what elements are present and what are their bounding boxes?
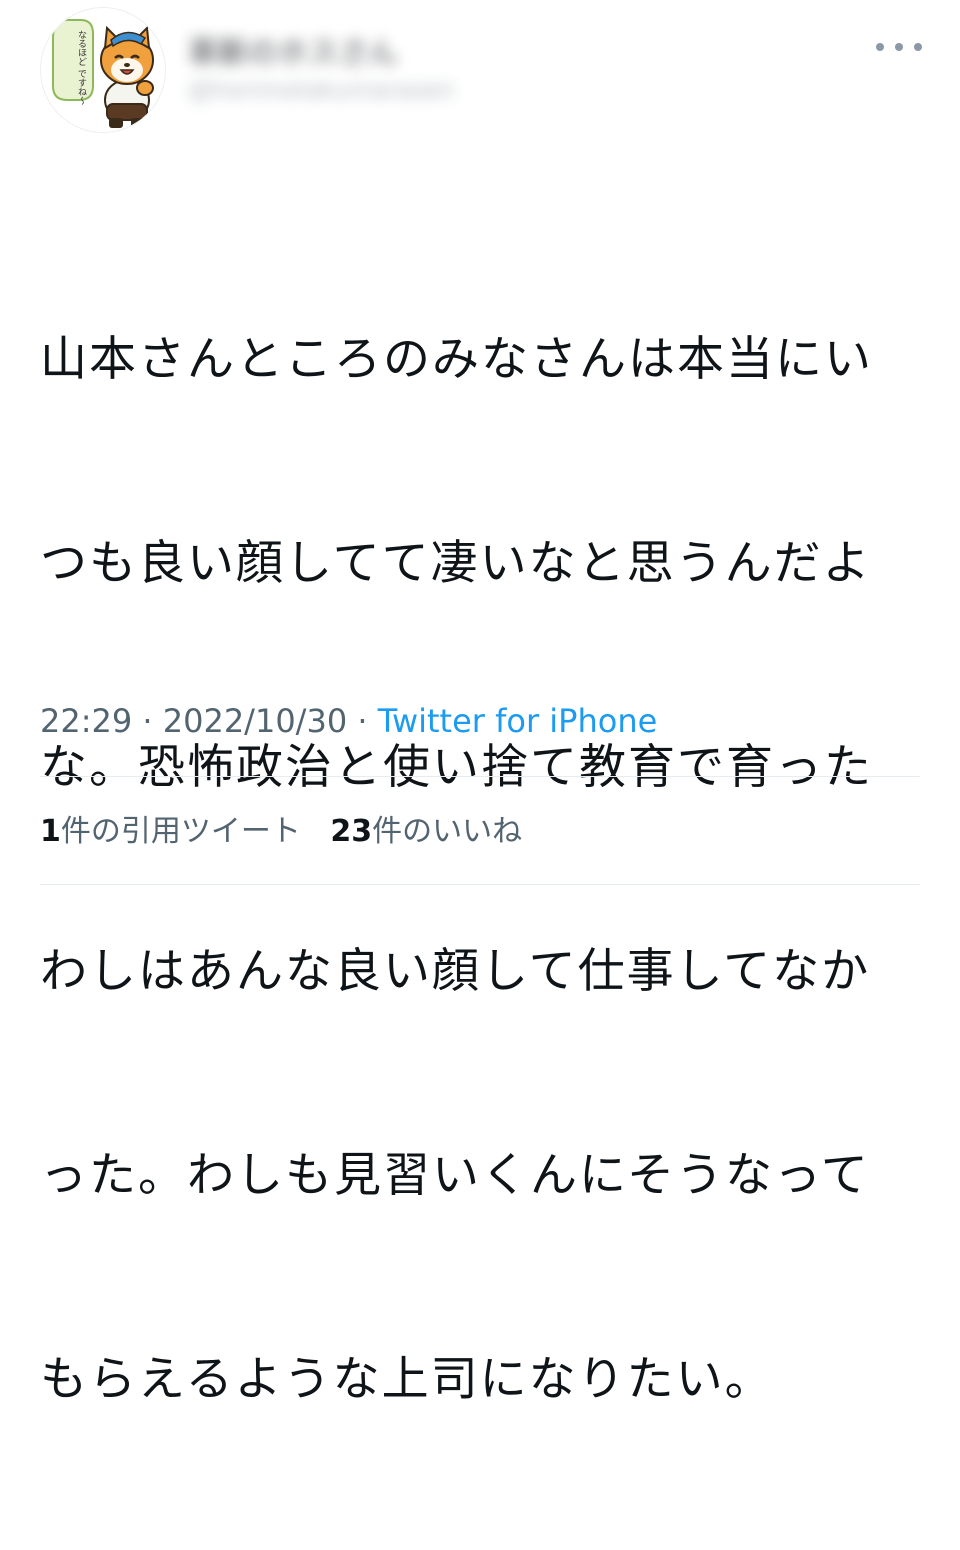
shiba-mascot-icon: なるほど ですね〜 [52, 19, 154, 128]
more-dots-icon [876, 43, 884, 51]
like-count: 23 [330, 814, 373, 849]
likes-stat[interactable]: 23件のいいね [330, 806, 522, 850]
more-dots-icon [895, 43, 903, 51]
tweet-text-line: 山本さんところのみなさんは本当にい [40, 332, 873, 387]
more-options-button[interactable] [876, 34, 922, 60]
tweet-meta: 22:29 · 2022/10/30 · Twitter for iPhone [40, 702, 657, 740]
tweet-text-line: もらえるような上司になりたい。 [40, 1352, 774, 1407]
meta-separator: · [347, 702, 378, 740]
user-handle[interactable]: @horimotakumarasen [188, 76, 454, 104]
divider [40, 884, 920, 885]
tweet-text-line: な。恐怖政治と使い捨て教育で育った [40, 740, 873, 795]
tweet-source-link[interactable]: Twitter for iPhone [378, 702, 658, 740]
tweet-text-line: つも良い顔してて凄いなと思うんだよ [40, 536, 872, 591]
meta-separator: · [132, 702, 163, 740]
tweet-text-line: った。わしも見習いくんにそうなって [40, 1148, 870, 1203]
quote-tweets-stat[interactable]: 1件の引用ツイート [40, 806, 301, 850]
more-dots-icon [914, 43, 922, 51]
tweet-time[interactable]: 22:29 [40, 702, 132, 740]
tweet-stats: 1件の引用ツイート 23件のいいね [40, 806, 542, 850]
avatar-caption: なるほど ですね〜 [76, 30, 87, 105]
quote-count: 1 [40, 814, 61, 849]
like-label: 件のいいね [372, 814, 523, 849]
quote-label: 件の引用ツイート [60, 814, 301, 849]
tweet-card: なるほど ですね〜 革新のホスさん @horimotakumarasen 山本さ… [0, 0, 960, 1407]
avatar[interactable]: なるほど ですね〜 [40, 7, 166, 133]
tweet-text-line: わしはあんな良い顔して仕事してなか [40, 944, 871, 999]
divider [40, 776, 920, 777]
tweet-text: 山本さんところのみなさんは本当にい つも良い顔してて凄いなと思うんだよ な。恐怖… [40, 190, 920, 1550]
tweet-date[interactable]: 2022/10/30 [163, 702, 347, 740]
display-name[interactable]: 革新のホスさん [188, 28, 398, 72]
